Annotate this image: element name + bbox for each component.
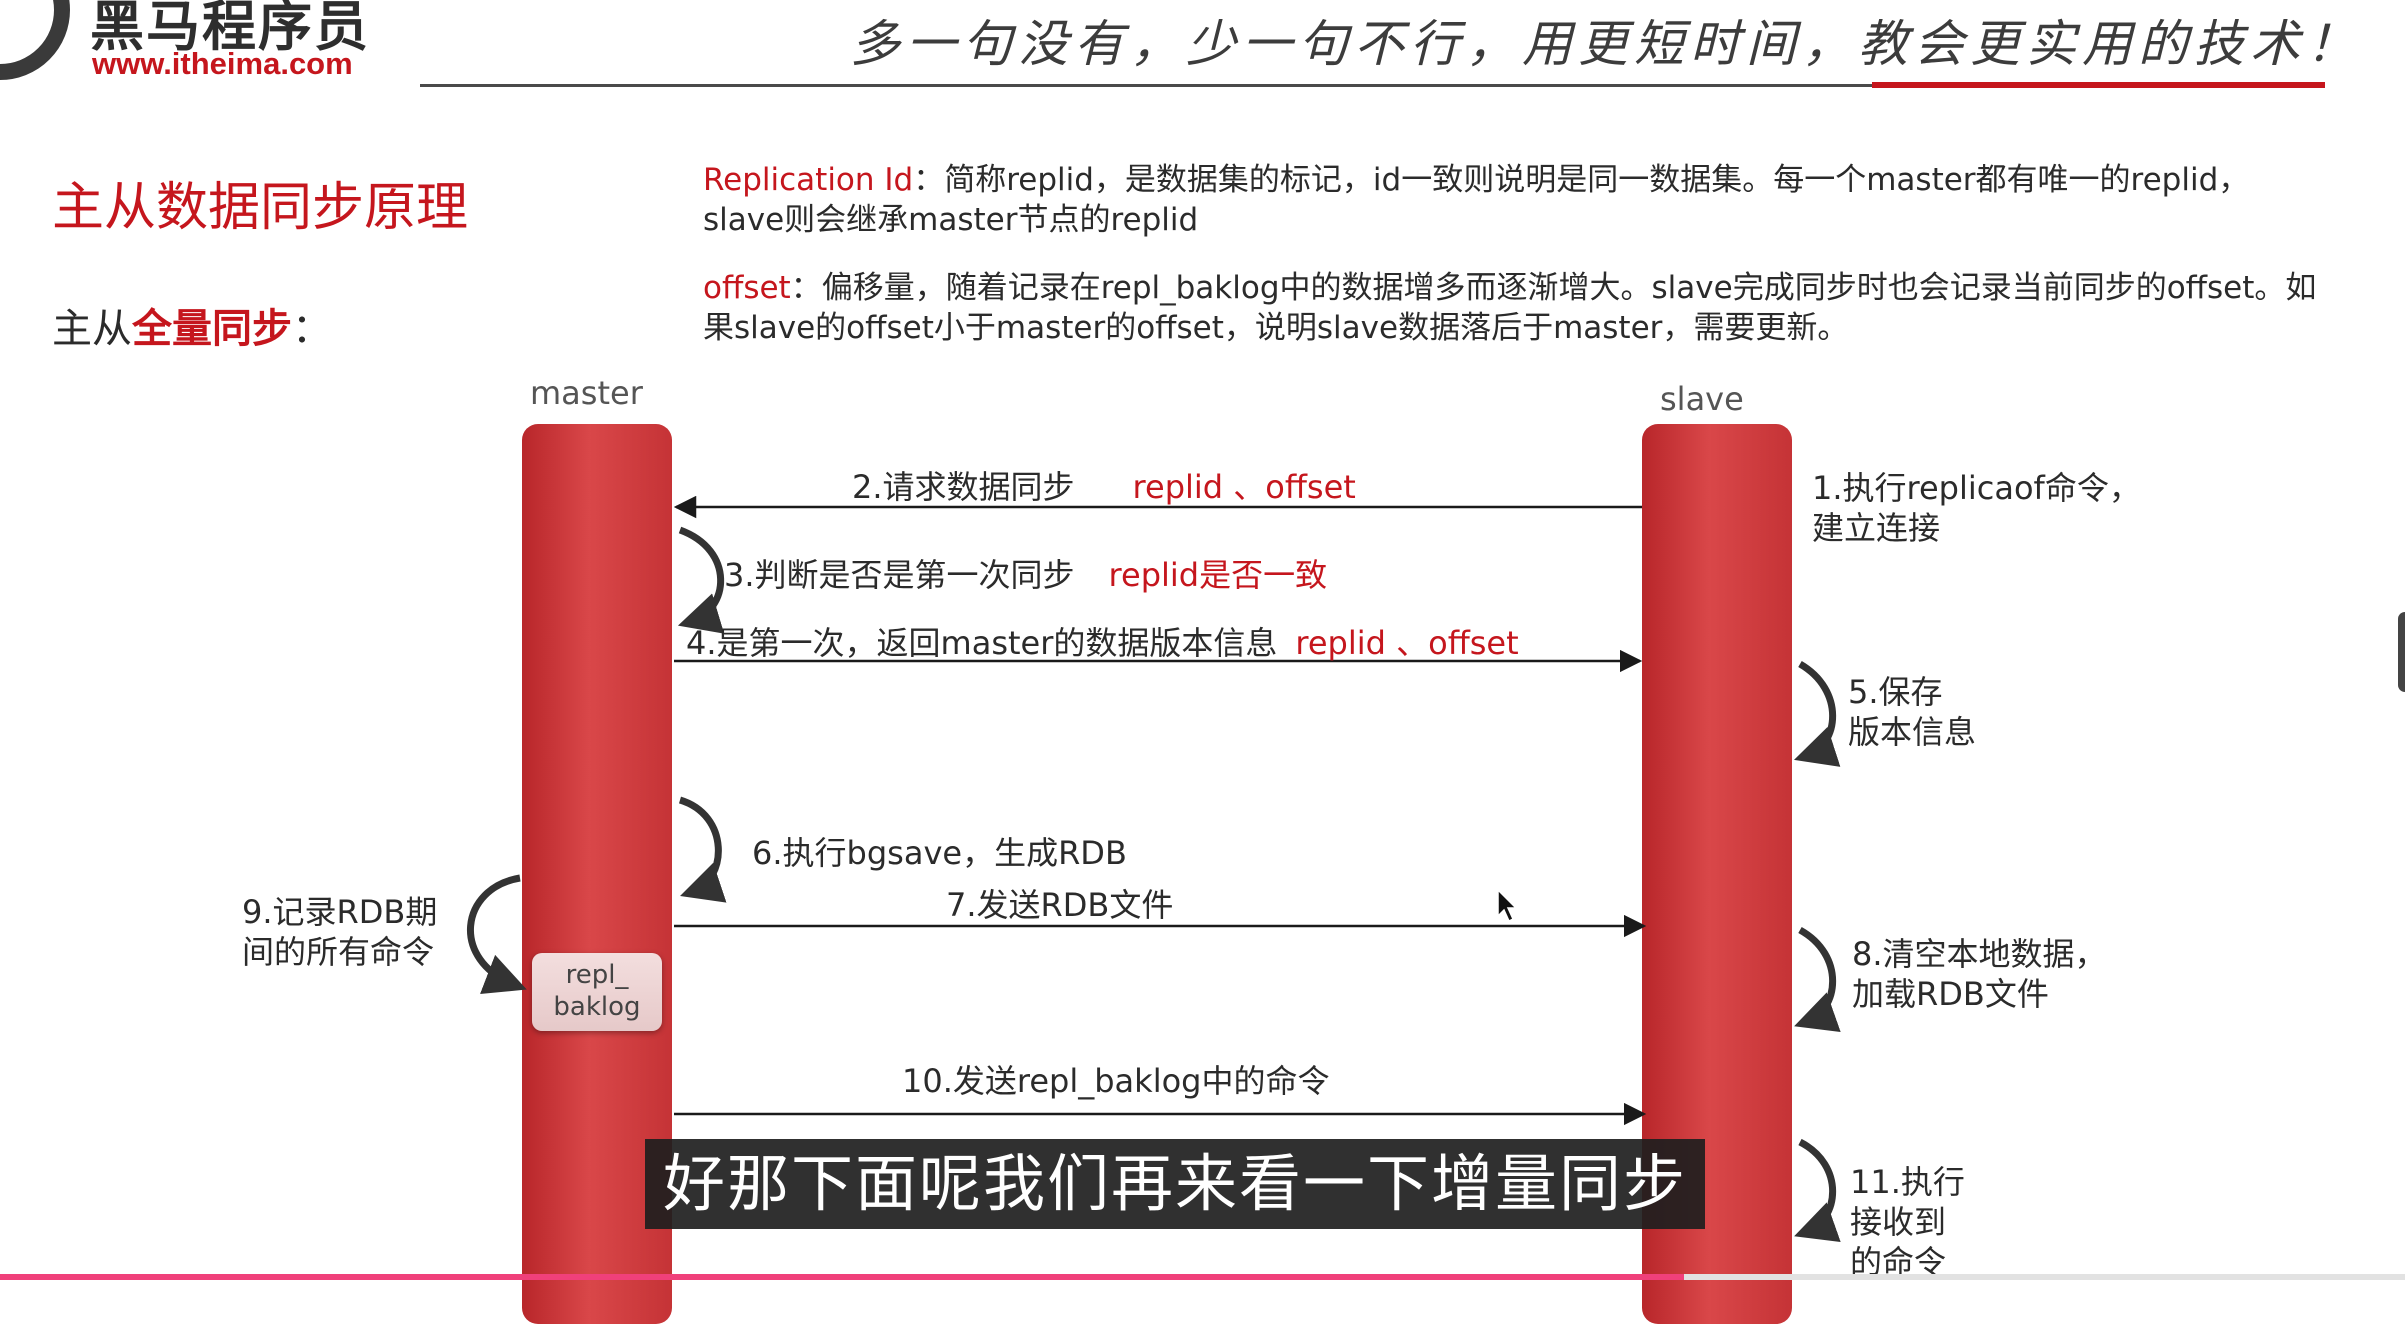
loop-step8 bbox=[1794, 926, 1841, 1032]
loop-step9 bbox=[466, 874, 527, 995]
step7-label: 7.发送RDB文件 bbox=[946, 886, 1174, 924]
step11-line1: 11.执行 bbox=[1850, 1163, 1965, 1201]
step6-label: 6.执行bgsave，生成RDB bbox=[752, 834, 1127, 872]
side-scroll-handle[interactable] bbox=[2398, 612, 2405, 692]
repl-baklog-box: repl_ baklog bbox=[532, 953, 662, 1031]
step1-note: 1.执行replicaof命令， 建立连接 bbox=[1812, 468, 2141, 548]
step9-line1: 9.记录RDB期 bbox=[242, 893, 438, 931]
step4-label: 4.是第一次，返回master的数据版本信息 replid 、offset bbox=[686, 618, 1519, 664]
video-progress-fill[interactable] bbox=[0, 1274, 1684, 1280]
loop-step6 bbox=[678, 796, 727, 903]
step3-label: 3.判断是否是第一次同步 replid是否一致 bbox=[724, 550, 1327, 596]
step2-label: 2.请求数据同步 replid 、offset bbox=[852, 462, 1356, 508]
step5-line1: 5.保存 bbox=[1848, 673, 1943, 711]
step1-line1: 1.执行replicaof命令， bbox=[1812, 469, 2141, 507]
step2-params: replid 、offset bbox=[1132, 468, 1356, 506]
step1-line2: 建立连接 bbox=[1812, 509, 1941, 547]
step8-note: 8.清空本地数据， 加载RDB文件 bbox=[1852, 934, 2107, 1014]
step4-text: 4.是第一次，返回master的数据版本信息 bbox=[686, 624, 1278, 662]
step4-params: replid 、offset bbox=[1295, 624, 1519, 662]
step3-text: 3.判断是否是第一次同步 bbox=[724, 556, 1075, 594]
step5-note: 5.保存 版本信息 bbox=[1848, 672, 1976, 752]
step3-check: replid是否一致 bbox=[1108, 556, 1328, 594]
baklog-line2: baklog bbox=[553, 992, 641, 1022]
step11-line2: 接收到 bbox=[1850, 1203, 1947, 1241]
step10-label: 10.发送repl_baklog中的命令 bbox=[902, 1062, 1330, 1100]
mouse-cursor-icon bbox=[1497, 888, 1518, 923]
step9-note: 9.记录RDB期 间的所有命令 bbox=[242, 892, 437, 972]
step9-line2: 间的所有命令 bbox=[242, 933, 435, 971]
baklog-line1: repl_ bbox=[565, 960, 629, 990]
step8-line2: 加载RDB文件 bbox=[1852, 975, 2049, 1013]
step8-line1: 8.清空本地数据， bbox=[1852, 935, 2107, 973]
loop-step3 bbox=[677, 526, 725, 634]
step5-line2: 版本信息 bbox=[1848, 713, 1977, 751]
step2-text: 2.请求数据同步 bbox=[852, 468, 1075, 506]
loop-step5 bbox=[1794, 660, 1841, 767]
step11-note: 11.执行 接收到 的命令 bbox=[1850, 1162, 1965, 1282]
video-subtitle: 好那下面呢我们再来看一下增量同步 bbox=[645, 1139, 1706, 1229]
loop-step11 bbox=[1794, 1138, 1841, 1242]
